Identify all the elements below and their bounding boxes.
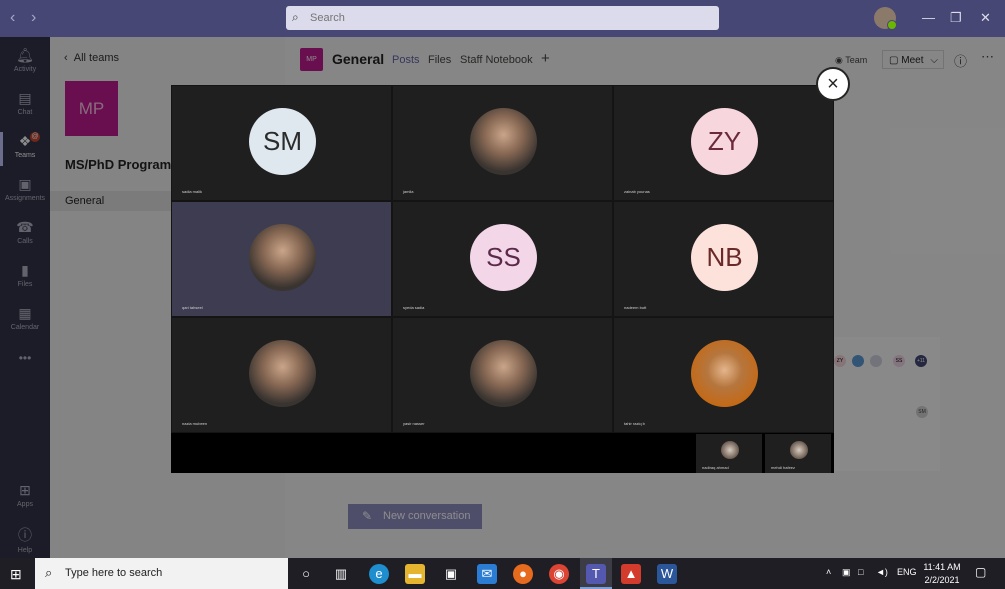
edge-icon[interactable]: e xyxy=(369,564,389,584)
participant-tile[interactable]: qari tahseel xyxy=(171,201,392,317)
overflow-participant-thumb[interactable]: mehdi hafeez xyxy=(765,434,831,473)
chevron-up-icon[interactable]: ˄ xyxy=(826,567,831,577)
user-avatar[interactable] xyxy=(874,7,897,30)
participant-tile[interactable]: SS syeda sadia xyxy=(392,201,613,317)
title-bar: ‹ › ⌕ — ❐ ✕ xyxy=(0,0,1005,37)
taskbar-search[interactable]: ⌕ Type here to search xyxy=(35,558,288,589)
chrome-icon[interactable]: ◉ xyxy=(549,564,569,584)
participant-tile[interactable]: tahir raziq b xyxy=(613,317,834,433)
participant-name: nadiraq ahmad xyxy=(702,465,729,470)
participant-name: yasir nasser xyxy=(403,421,425,426)
clock-time: 11:41 AM xyxy=(923,562,961,572)
search-icon: ⌕ xyxy=(45,565,53,580)
presence-available-icon xyxy=(887,20,897,30)
windows-taskbar: ⊞ ⌕ Type here to search ○ ▥ e ▬ ▣ ✉ ● ◉ … xyxy=(0,558,1005,589)
participant-name: nazia mubeen xyxy=(182,421,208,426)
participant-avatar: SS xyxy=(470,224,537,291)
participant-tile[interactable]: SM sadia malik xyxy=(171,85,392,201)
participant-photo xyxy=(249,224,316,291)
participant-name: jamila xyxy=(403,189,414,194)
volume-icon[interactable]: ◄) xyxy=(876,567,888,577)
participant-avatar: SM xyxy=(249,108,316,175)
meeting-video-gallery: SM sadia malik jamila ZY zainab younas q… xyxy=(171,85,834,473)
participant-photo xyxy=(691,340,758,407)
participant-name: tahir raziq b xyxy=(624,421,645,426)
teams-taskbar-button[interactable]: T xyxy=(580,558,612,589)
cortana-icon[interactable]: ○ xyxy=(296,564,316,584)
display-icon[interactable]: □ xyxy=(858,567,863,577)
participant-tile[interactable]: nazia mubeen xyxy=(171,317,392,433)
participant-avatar: ZY xyxy=(691,108,758,175)
input-language[interactable]: ENG xyxy=(897,567,917,577)
participant-name: qari tahseel xyxy=(182,305,203,310)
network-icon[interactable]: ▣ xyxy=(842,567,851,578)
participant-photo xyxy=(721,441,739,459)
minimize-icon[interactable]: — xyxy=(922,10,935,25)
participant-name: mehdi hafeez xyxy=(771,465,796,470)
windows-start-icon[interactable]: ⊞ xyxy=(10,566,22,583)
participant-tile[interactable]: jamila xyxy=(392,85,613,201)
participant-avatar: NB xyxy=(691,224,758,291)
participant-photo xyxy=(470,340,537,407)
notifications-icon[interactable]: ▢ xyxy=(975,565,986,579)
participant-name: zainab younas xyxy=(624,189,650,194)
window-close-icon[interactable]: ✕ xyxy=(980,10,991,26)
clock-date: 2/2/2021 xyxy=(924,575,960,585)
search-box[interactable]: ⌕ xyxy=(286,6,719,30)
participant-tile[interactable]: yasir nasser xyxy=(392,317,613,433)
system-clock[interactable]: 11:41 AM 2/2/2021 xyxy=(919,561,965,587)
participant-tile[interactable]: ZY zainab younas xyxy=(613,85,834,201)
forward-icon[interactable]: › xyxy=(31,9,36,27)
firefox-icon[interactable]: ● xyxy=(513,564,533,584)
close-icon: × xyxy=(827,73,839,95)
participant-photo xyxy=(790,441,808,459)
participant-tile[interactable]: NB nadeem butt xyxy=(613,201,834,317)
task-view-icon[interactable]: ▥ xyxy=(331,564,351,584)
maximize-icon[interactable]: ❐ xyxy=(950,10,962,26)
participant-photo xyxy=(249,340,316,407)
pdf-icon[interactable]: ▲ xyxy=(621,564,641,584)
teams-app-icon: T xyxy=(586,564,606,584)
file-explorer-icon[interactable]: ▬ xyxy=(405,564,425,584)
participant-name: syeda sadia xyxy=(403,305,425,310)
search-input[interactable] xyxy=(308,6,692,30)
mail-icon[interactable]: ✉ xyxy=(477,564,497,584)
search-icon: ⌕ xyxy=(292,10,299,24)
taskbar-search-placeholder: Type here to search xyxy=(65,567,163,579)
word-icon[interactable]: W xyxy=(657,564,677,584)
participant-name: sadia malik xyxy=(182,189,203,194)
close-gallery-button[interactable]: × xyxy=(816,67,850,101)
overflow-participant-thumb[interactable]: nadiraq ahmad xyxy=(696,434,762,473)
participant-name: nadeem butt xyxy=(624,305,647,310)
store-icon[interactable]: ▣ xyxy=(441,564,461,584)
back-icon[interactable]: ‹ xyxy=(10,9,15,27)
participant-photo xyxy=(470,108,537,175)
